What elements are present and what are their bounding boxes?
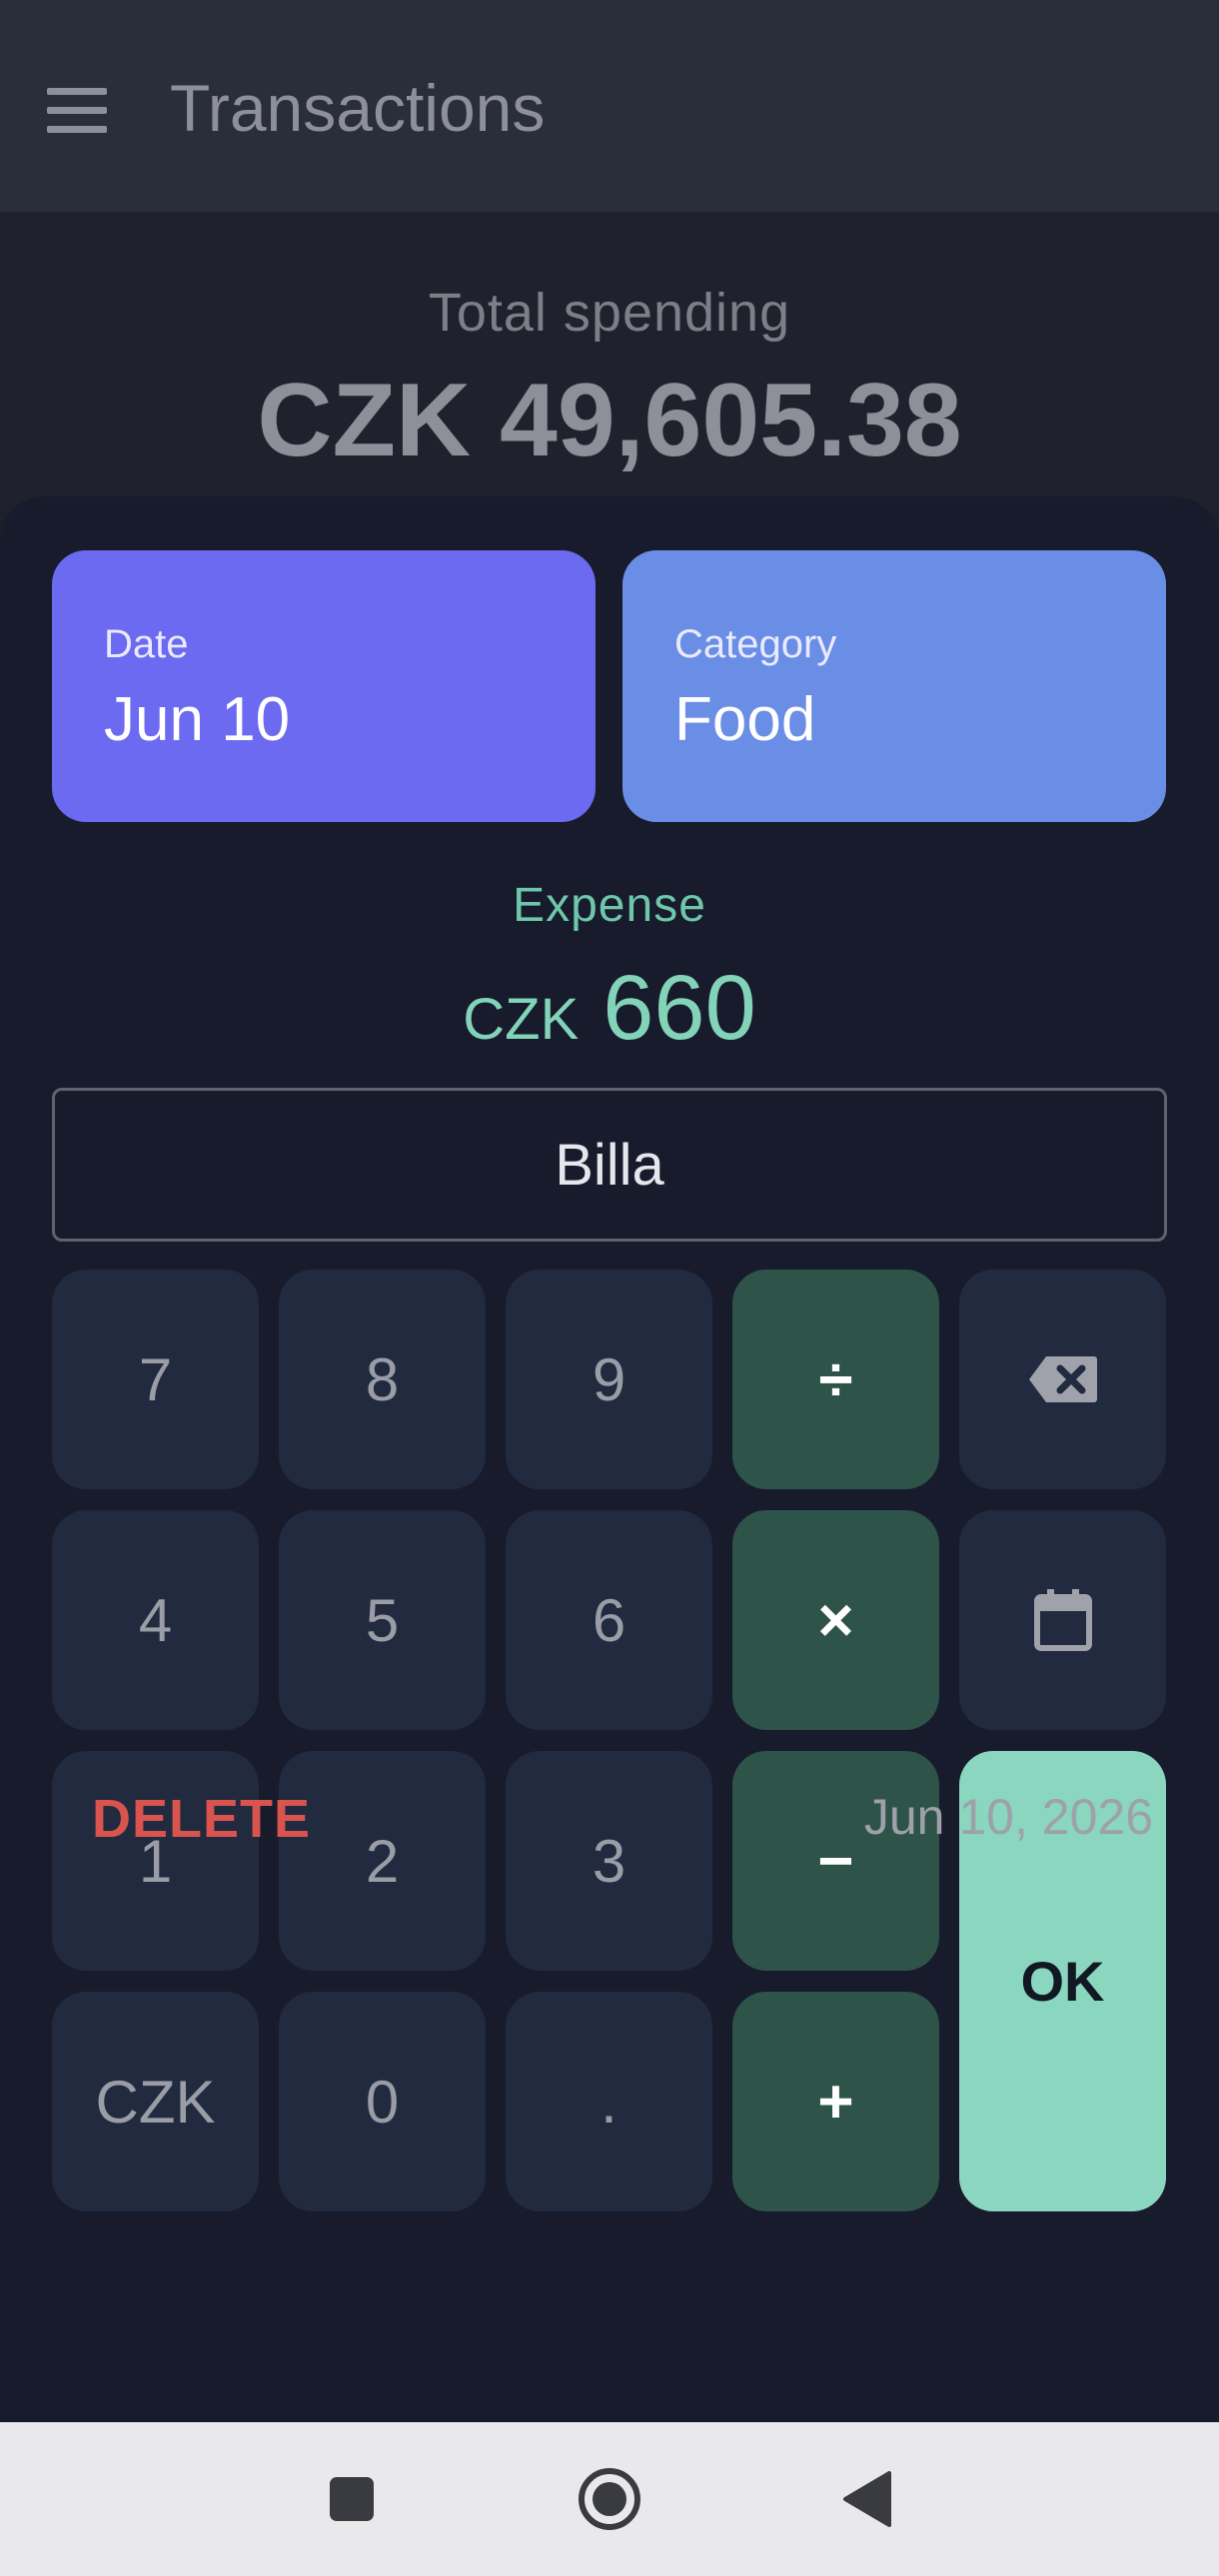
amount-currency: CZK (463, 987, 580, 1052)
system-nav-bar (0, 2422, 1219, 2576)
app-bar: Transactions (0, 0, 1219, 212)
backspace-button[interactable] (959, 1270, 1166, 1489)
page-title: Transactions (170, 71, 546, 145)
key-6[interactable]: 6 (506, 1510, 712, 1730)
date-card[interactable]: Date Jun 10 (52, 550, 596, 822)
total-spending-amount: CZK 49,605.38 (257, 363, 962, 478)
plus-button[interactable]: + (732, 1992, 939, 2211)
category-card-value: Food (674, 685, 816, 754)
transaction-type-toggle[interactable]: Expense (0, 878, 1219, 933)
amount-display: CZK 660 (0, 956, 1219, 1061)
back-button[interactable] (807, 2422, 927, 2576)
divide-button[interactable]: ÷ (732, 1270, 939, 1489)
transaction-date-text: Jun 10, 2026 (863, 1789, 1153, 1845)
key-7[interactable]: 7 (52, 1270, 259, 1489)
amount-value: 660 (603, 957, 756, 1059)
key-2[interactable]: 2 (279, 1751, 486, 1971)
total-spending-label: Total spending (428, 283, 791, 343)
transaction-editor-sheet: Date Jun 10 Category Food Expense CZK 660… (0, 496, 1219, 2422)
key-4[interactable]: 4 (52, 1510, 259, 1730)
key-1[interactable]: 1 (52, 1751, 259, 1971)
date-card-label: Date (104, 622, 189, 666)
delete-button[interactable]: DELETE (92, 1788, 311, 1850)
key-9[interactable]: 9 (506, 1270, 712, 1489)
home-circle-icon (579, 2468, 640, 2530)
home-button[interactable] (550, 2422, 669, 2576)
minus-button[interactable]: − (732, 1751, 939, 1971)
menu-icon[interactable] (47, 88, 107, 134)
recents-square-icon (330, 2477, 374, 2521)
currency-button[interactable]: CZK (52, 1992, 259, 2211)
spending-summary: Total spending CZK 49,605.38 (0, 212, 1219, 511)
category-card-label: Category (674, 622, 837, 666)
key-0[interactable]: 0 (279, 1992, 486, 2211)
key-decimal[interactable]: . (506, 1992, 712, 2211)
note-input[interactable]: Billa (52, 1088, 1167, 1242)
recents-button[interactable] (292, 2422, 412, 2576)
date-picker-button[interactable] (959, 1510, 1166, 1730)
key-3[interactable]: 3 (506, 1751, 712, 1971)
key-8[interactable]: 8 (279, 1270, 486, 1489)
date-card-value: Jun 10 (104, 685, 291, 754)
backspace-icon (1028, 1356, 1097, 1402)
key-5[interactable]: 5 (279, 1510, 486, 1730)
multiply-button[interactable]: × (732, 1510, 939, 1730)
category-card[interactable]: Category Food (622, 550, 1166, 822)
calendar-icon (1033, 1589, 1092, 1651)
back-triangle-icon (843, 2471, 891, 2527)
